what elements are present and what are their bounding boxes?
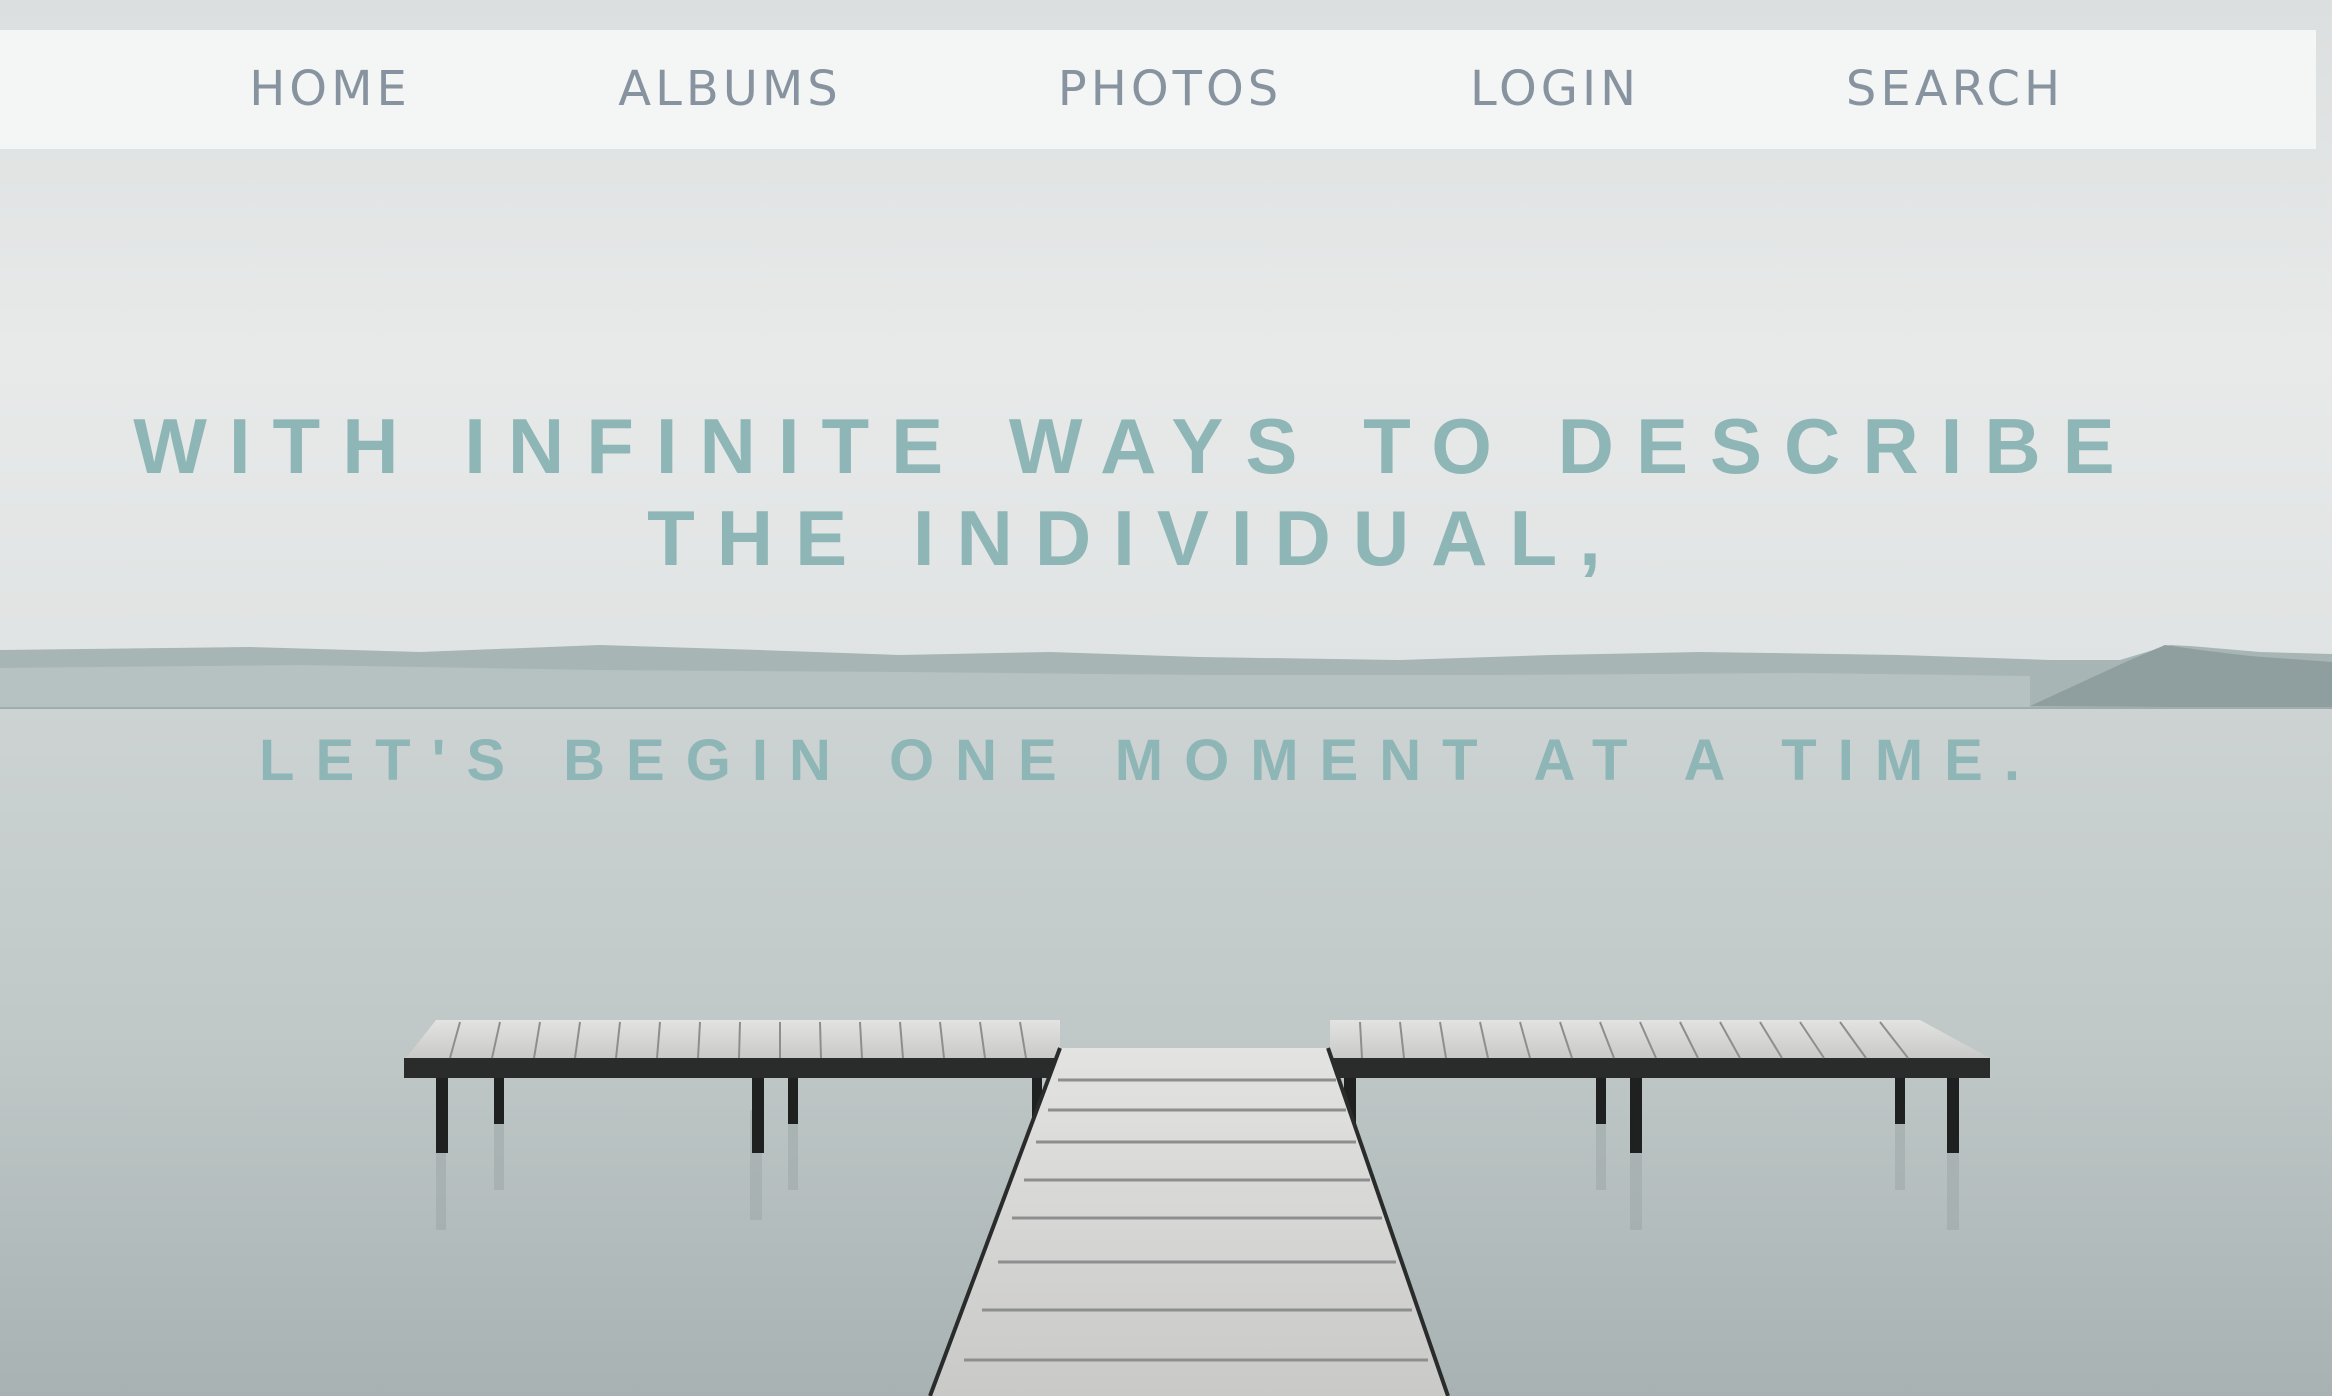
hero-subline: LET'S BEGIN ONE MOMENT AT A TIME. [259, 728, 2041, 793]
nav-link-home[interactable]: HOME [200, 30, 460, 149]
nav-link-search[interactable]: SEARCH [1820, 30, 2090, 149]
top-navigation-bar: HOME ALBUMS PHOTOS LOGIN SEARCH [0, 30, 2316, 149]
background-photo-lake-pier [0, 0, 2332, 1396]
nav-link-login[interactable]: LOGIN [1440, 30, 1670, 149]
nav-link-photos[interactable]: PHOTOS [1030, 30, 1310, 149]
nav-link-albums[interactable]: ALBUMS [590, 30, 870, 149]
hero-headline: WITH INFINITE WAYS TO DESCRIBE THE INDIV… [133, 402, 2137, 582]
